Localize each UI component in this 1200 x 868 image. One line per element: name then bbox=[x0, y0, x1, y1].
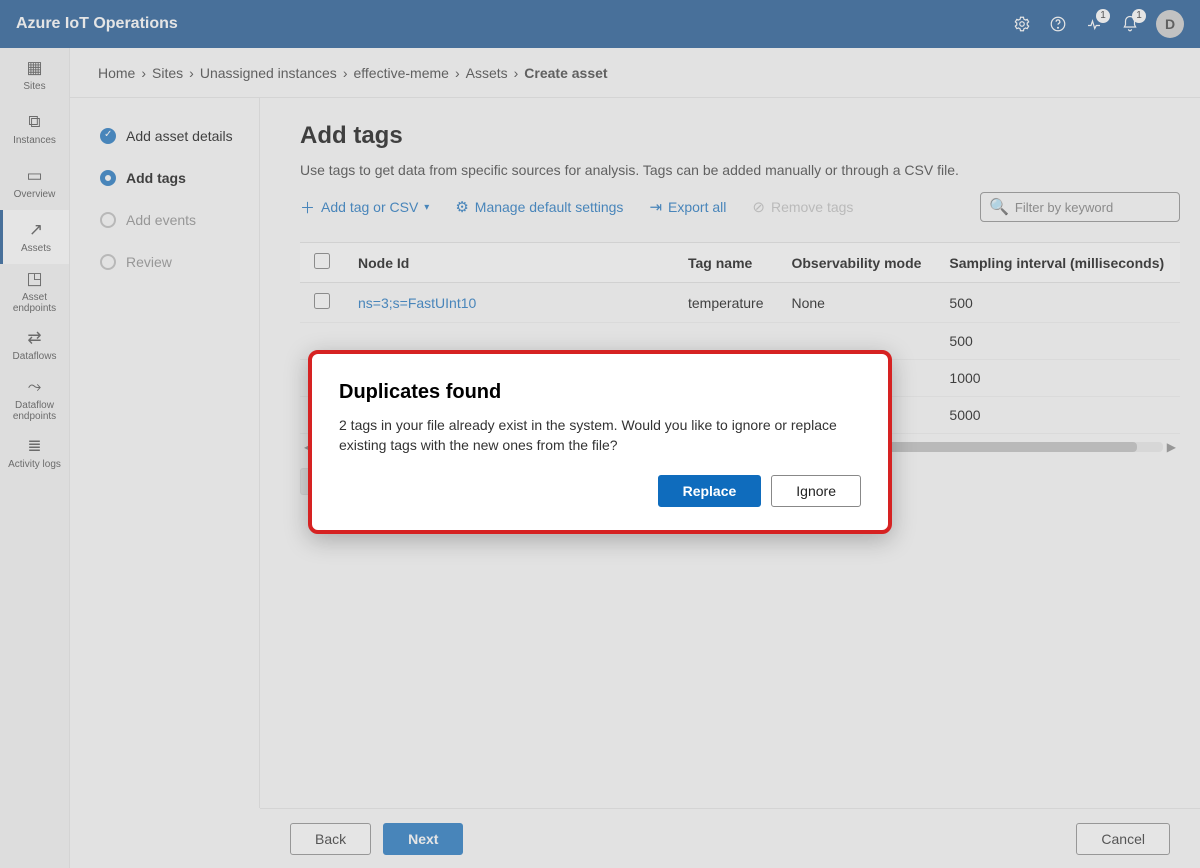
modal-overlay: Duplicates found 2 tags in your file alr… bbox=[0, 0, 1200, 868]
dialog-title: Duplicates found bbox=[339, 381, 861, 404]
dialog-body: 2 tags in your file already exist in the… bbox=[339, 416, 861, 455]
dialog-actions: Replace Ignore bbox=[339, 475, 861, 507]
duplicates-dialog: Duplicates found 2 tags in your file alr… bbox=[315, 357, 885, 527]
replace-button[interactable]: Replace bbox=[658, 475, 762, 507]
ignore-button[interactable]: Ignore bbox=[771, 475, 861, 507]
dialog-highlight: Duplicates found 2 tags in your file alr… bbox=[308, 350, 892, 534]
